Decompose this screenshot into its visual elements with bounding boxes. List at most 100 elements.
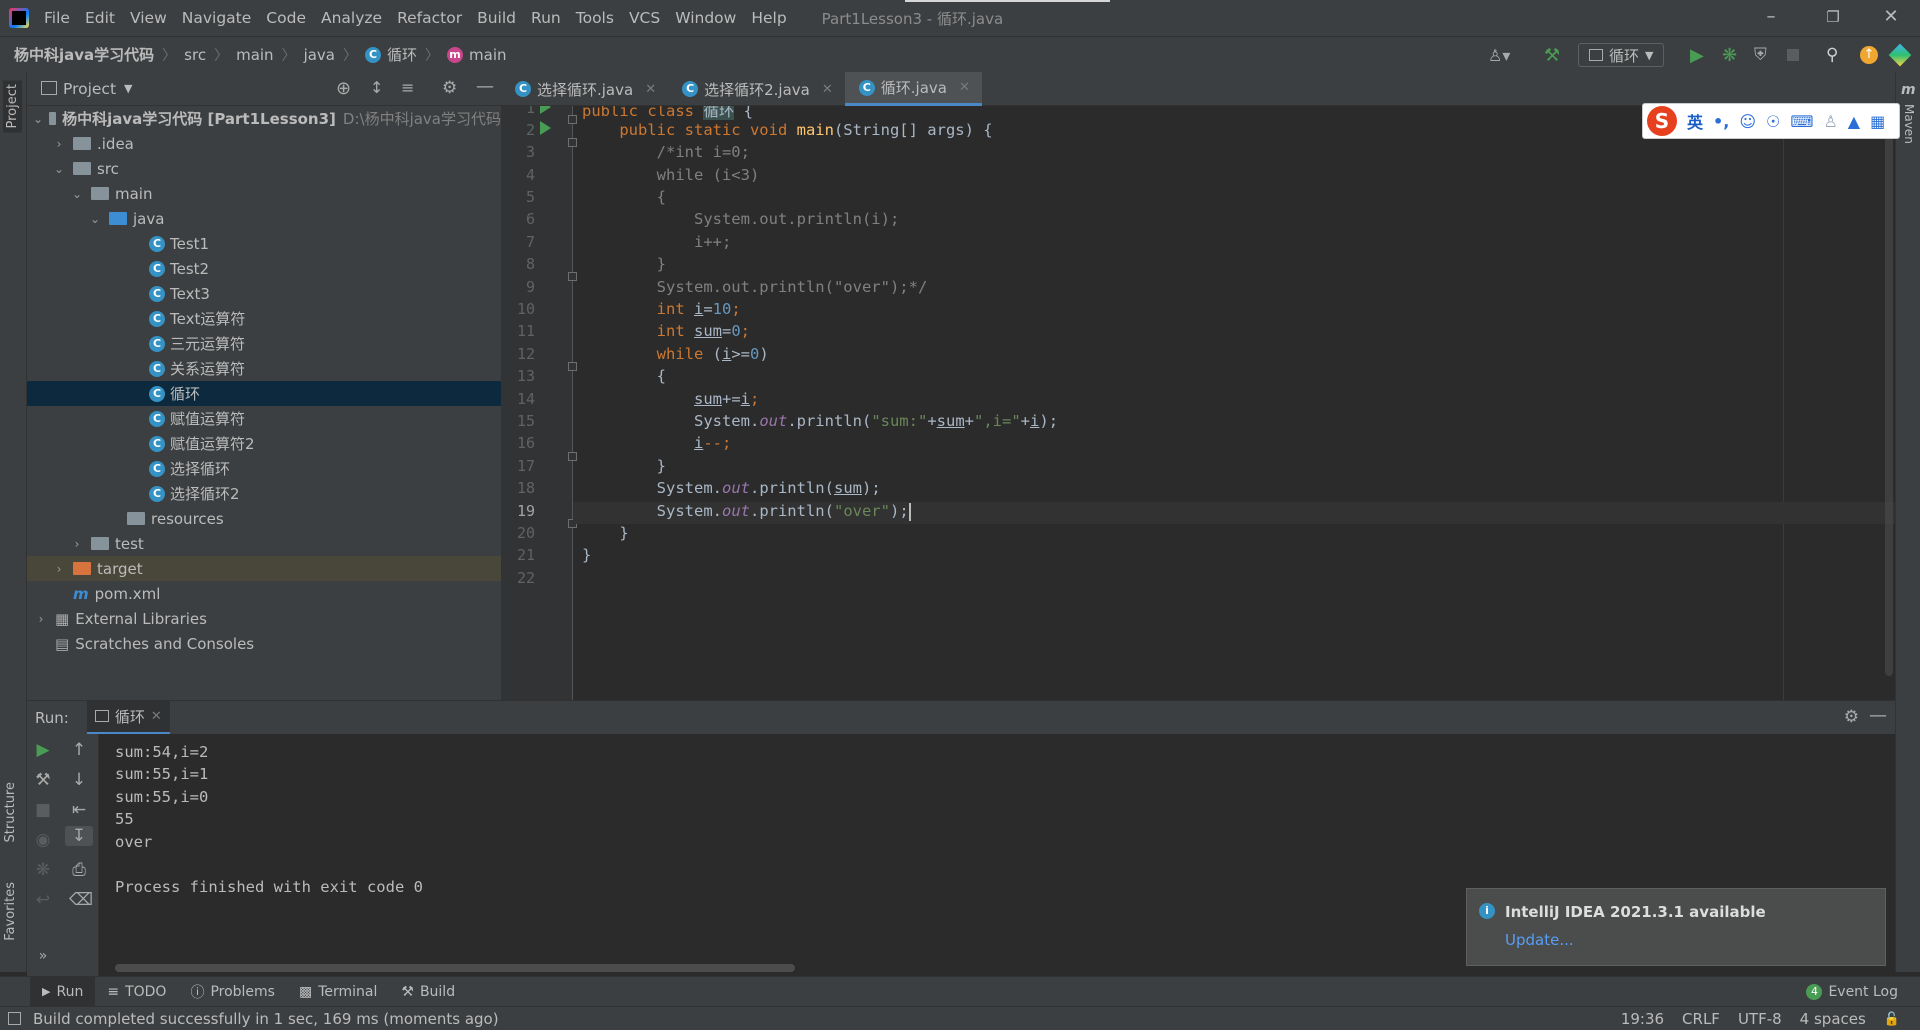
tree-item-class[interactable]: C 赋值运算符 xyxy=(27,406,501,431)
keyboard-icon[interactable]: ⌨ xyxy=(1790,112,1813,131)
chevron-right-icon[interactable]: › xyxy=(69,537,85,551)
chevron-right-icon[interactable]: › xyxy=(33,612,49,626)
hide-panel-icon[interactable]: — xyxy=(476,76,494,97)
tool-tab-terminal[interactable]: ▩ Terminal xyxy=(287,977,389,1007)
chevron-down-icon[interactable]: ⌄ xyxy=(87,212,103,226)
stop-icon[interactable]: ■ xyxy=(33,800,53,820)
exit-icon[interactable]: ↩ xyxy=(33,890,53,910)
menu-refactor[interactable]: Refactor xyxy=(397,9,462,27)
editor-vertical-scrollbar[interactable] xyxy=(1885,136,1893,676)
tree-item-class-selected[interactable]: C 循环 xyxy=(27,381,501,406)
menu-tools[interactable]: Tools xyxy=(576,9,614,27)
console-horizontal-scrollbar[interactable] xyxy=(115,964,795,972)
tool-tab-run[interactable]: ▶ Run xyxy=(30,976,96,1007)
indent-setting[interactable]: 4 spaces xyxy=(1800,1010,1866,1028)
tree-item-class[interactable]: C Test2 xyxy=(27,256,501,281)
maven-icon[interactable]: m xyxy=(1901,82,1916,98)
scroll-to-end-icon[interactable]: ↧ xyxy=(65,826,93,846)
project-panel-title[interactable]: Project xyxy=(63,80,116,98)
tree-item-class[interactable]: C Text运算符 xyxy=(27,306,501,331)
project-tool-tab[interactable]: Project xyxy=(3,80,22,133)
tree-item-test[interactable]: › test xyxy=(27,531,501,556)
update-link[interactable]: Update... xyxy=(1505,931,1574,949)
expand-all-icon[interactable]: ↕ xyxy=(370,78,383,97)
stop-icon[interactable] xyxy=(1787,49,1799,61)
close-window-button[interactable]: ✕ xyxy=(1876,6,1906,27)
tree-item-resources[interactable]: resources xyxy=(27,506,501,531)
fold-icon[interactable] xyxy=(568,138,577,147)
menu-analyze[interactable]: Analyze xyxy=(321,9,382,27)
locate-icon[interactable]: ⊕ xyxy=(336,78,351,99)
hide-panel-icon[interactable]: — xyxy=(1869,705,1887,726)
menu-file[interactable]: File xyxy=(44,9,70,27)
build-hammer-icon[interactable]: ⚒ xyxy=(1544,45,1560,66)
microphone-icon[interactable]: ☉ xyxy=(1766,112,1780,131)
breadcrumb-method[interactable]: main xyxy=(469,46,506,64)
up-arrow-icon[interactable]: ↑ xyxy=(69,740,89,760)
gear-icon[interactable]: ⚙ xyxy=(1844,707,1859,727)
layout-toggle-icon[interactable] xyxy=(8,1012,21,1025)
editor-tab[interactable]: C 选择循环2.java ✕ xyxy=(668,72,845,106)
file-encoding[interactable]: UTF-8 xyxy=(1738,1010,1782,1028)
tree-item-class[interactable]: C Test1 xyxy=(27,231,501,256)
user-icon[interactable]: ♙ xyxy=(1823,112,1837,131)
close-icon[interactable]: ✕ xyxy=(151,709,162,724)
close-icon[interactable]: ✕ xyxy=(959,80,970,95)
rerun-icon[interactable]: ▶ xyxy=(33,740,53,760)
grid-menu-icon[interactable]: ▦ xyxy=(1870,112,1885,131)
update-icon[interactable]: ↑ xyxy=(1860,46,1878,64)
tree-item-java[interactable]: ⌄ java xyxy=(27,206,501,231)
editor-tab[interactable]: C 选择循环.java ✕ xyxy=(501,72,668,106)
tool-tab-problems[interactable]: ⓘ Problems xyxy=(178,977,287,1007)
fold-icon[interactable] xyxy=(568,272,577,281)
menu-window[interactable]: Window xyxy=(675,9,736,27)
wrench-icon[interactable]: ⚒ xyxy=(33,770,53,790)
tool-tab-build[interactable]: ⚒ Build xyxy=(389,977,467,1007)
run-icon[interactable]: ▶ xyxy=(1690,45,1704,66)
menu-code[interactable]: Code xyxy=(266,9,306,27)
line-separator[interactable]: CRLF xyxy=(1682,1010,1720,1028)
breadcrumb-src[interactable]: src xyxy=(184,46,206,64)
close-icon[interactable]: ✕ xyxy=(645,82,656,97)
debug-icon[interactable]: ❋ xyxy=(1722,45,1737,66)
tool-tab-todo[interactable]: ≡ TODO xyxy=(95,977,178,1007)
structure-tool-tab[interactable]: Structure xyxy=(3,782,18,842)
menu-help[interactable]: Help xyxy=(751,9,786,27)
restore-button[interactable]: ❐ xyxy=(1818,8,1848,26)
tree-item-class[interactable]: C 三元运算符 xyxy=(27,331,501,356)
search-icon[interactable]: ⚲ xyxy=(1826,45,1838,65)
tree-item-class[interactable]: C 关系运算符 xyxy=(27,356,501,381)
trash-icon[interactable]: ⌫ xyxy=(69,890,93,910)
tree-item-class[interactable]: C 赋值运算符2 xyxy=(27,431,501,456)
favorites-tool-tab[interactable]: Favorites xyxy=(3,882,18,941)
lock-icon[interactable]: 🔓 xyxy=(1884,1012,1900,1027)
menu-view[interactable]: View xyxy=(130,9,167,27)
chevron-down-icon[interactable]: ⌄ xyxy=(33,112,43,126)
chevron-down-icon[interactable]: ⌄ xyxy=(51,162,67,176)
status-message[interactable]: Build completed successfully in 1 sec, 1… xyxy=(33,1010,499,1028)
run-tab[interactable]: 循环 ✕ xyxy=(86,700,170,735)
toolbox-icon[interactable] xyxy=(1888,43,1912,67)
collapse-all-icon[interactable]: ≡ xyxy=(401,78,414,97)
breadcrumb-main[interactable]: main xyxy=(236,46,273,64)
tree-item-target[interactable]: › target xyxy=(27,556,501,581)
camera-icon[interactable]: ◉ xyxy=(33,830,53,850)
tree-item-src[interactable]: ⌄ src xyxy=(27,156,501,181)
more-icon[interactable]: » xyxy=(33,948,53,964)
print-icon[interactable]: ⎙ xyxy=(69,860,89,880)
ime-language-toggle[interactable]: 英 xyxy=(1687,109,1703,133)
run-gutter-icon[interactable] xyxy=(540,121,551,135)
tree-item-scratches[interactable]: ▤ Scratches and Consoles xyxy=(27,631,501,656)
sogou-logo-icon[interactable]: S xyxy=(1647,106,1677,136)
menu-navigate[interactable]: Navigate xyxy=(182,9,252,27)
chevron-right-icon[interactable]: › xyxy=(51,562,67,576)
debug-icon[interactable]: ❋ xyxy=(33,860,53,880)
menu-edit[interactable]: Edit xyxy=(85,9,115,27)
run-gutter-icon[interactable] xyxy=(540,106,551,114)
skin-icon[interactable]: ▲ xyxy=(1848,112,1860,131)
gear-icon[interactable]: ⚙ xyxy=(442,78,457,98)
user-icon[interactable]: ♙▾ xyxy=(1488,46,1510,65)
minimize-button[interactable]: – xyxy=(1756,6,1786,27)
coverage-icon[interactable]: ⛨ xyxy=(1754,45,1767,65)
chevron-down-icon[interactable]: ⌄ xyxy=(69,187,85,201)
